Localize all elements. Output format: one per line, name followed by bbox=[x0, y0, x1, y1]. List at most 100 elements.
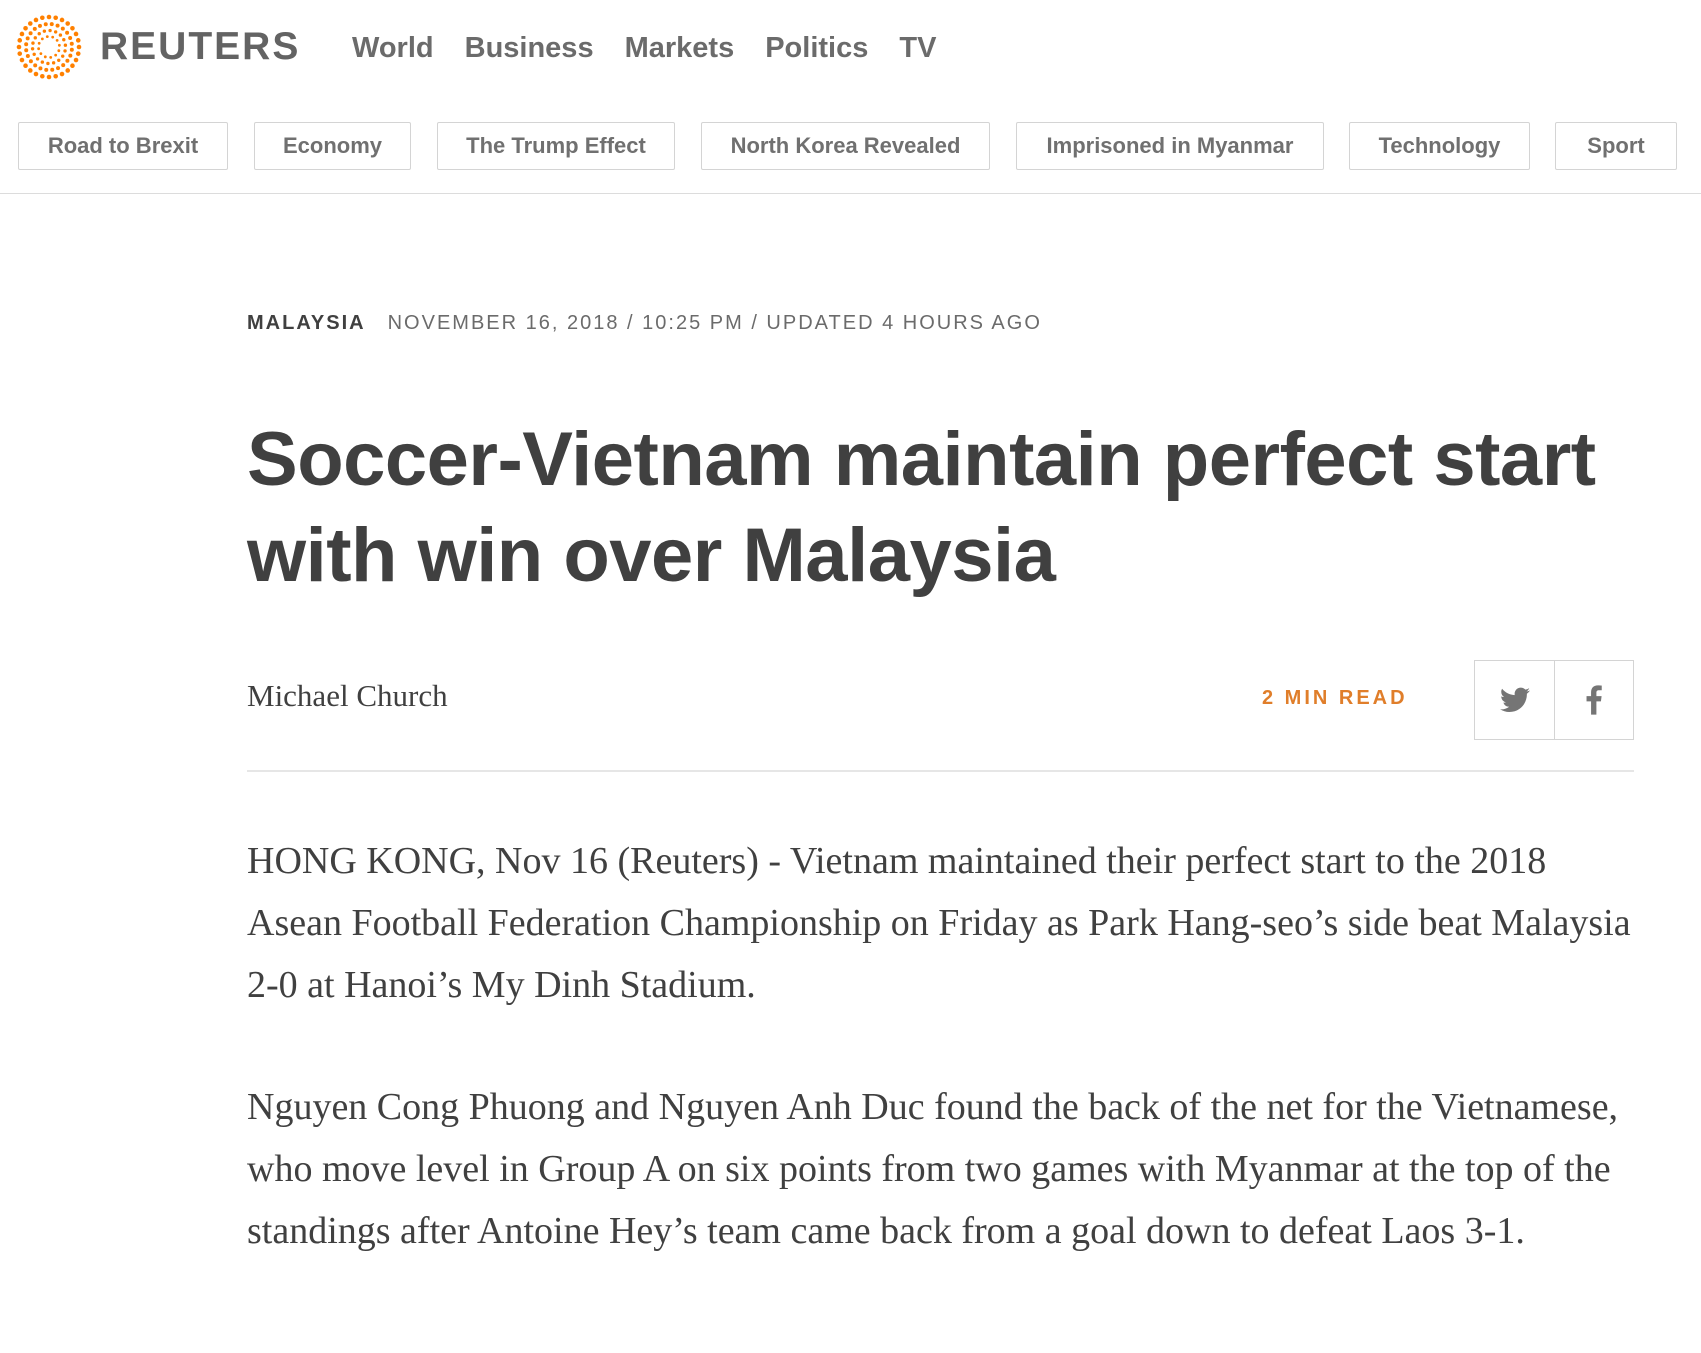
twitter-icon bbox=[1499, 687, 1530, 713]
facebook-icon bbox=[1586, 685, 1602, 715]
nav-item-politics[interactable]: Politics bbox=[765, 28, 868, 68]
topic-north-korea-revealed[interactable]: North Korea Revealed bbox=[701, 122, 990, 170]
logo-dot bbox=[33, 63, 38, 68]
logo-dot bbox=[30, 47, 35, 51]
logo-dot bbox=[69, 41, 74, 46]
author-byline[interactable]: Michael Church bbox=[247, 678, 448, 714]
logo-dot bbox=[28, 21, 33, 26]
article-paragraph: HONG KONG, Nov 16 (Reuters) - Vietnam ma… bbox=[247, 840, 1631, 1006]
logo-dot bbox=[63, 49, 67, 53]
topic-economy[interactable]: Economy bbox=[254, 122, 411, 170]
nav-item-world[interactable]: World bbox=[352, 28, 434, 68]
main-nav: World Business Markets Politics TV bbox=[352, 28, 936, 68]
logo-dot bbox=[61, 54, 65, 58]
logo-dot bbox=[28, 59, 33, 64]
logo-dot bbox=[53, 73, 58, 79]
logo-dot bbox=[63, 43, 68, 47]
nav-item-tv[interactable]: TV bbox=[899, 28, 936, 68]
logo-dot bbox=[19, 57, 25, 63]
article-meta: MALAYSIA NOVEMBER 16, 2018 / 10:25 PM / … bbox=[247, 312, 1042, 335]
logo-dot bbox=[73, 57, 79, 63]
logo-dot bbox=[32, 26, 37, 31]
logo-dot bbox=[39, 52, 43, 56]
nav-item-markets[interactable]: Markets bbox=[625, 28, 735, 68]
logo-dot bbox=[28, 68, 33, 73]
share-facebook-button[interactable] bbox=[1554, 661, 1633, 739]
logo-dot bbox=[40, 60, 45, 64]
logo-dot bbox=[59, 17, 65, 23]
logo-dot bbox=[73, 31, 79, 37]
logo-dot bbox=[25, 54, 30, 59]
logo-dot bbox=[70, 63, 75, 68]
logo-dot bbox=[76, 44, 82, 50]
topic-road-to-brexit[interactable]: Road to Brexit bbox=[18, 122, 228, 170]
topic-imprisoned-in-myanmar[interactable]: Imprisoned in Myanmar bbox=[1016, 122, 1324, 170]
logo-dot bbox=[33, 17, 39, 23]
logo-dot bbox=[37, 41, 41, 45]
logo-dot bbox=[46, 61, 50, 66]
logo-dot bbox=[23, 63, 28, 68]
topic-bar: Road to Brexit Economy The Trump Effect … bbox=[0, 122, 1701, 194]
logo-dot bbox=[58, 33, 63, 37]
logo-dot bbox=[28, 31, 33, 36]
topic-the-trump-effect[interactable]: The Trump Effect bbox=[437, 122, 675, 170]
topic-sport[interactable]: Sport bbox=[1555, 122, 1677, 170]
share-twitter-button[interactable] bbox=[1475, 661, 1554, 739]
logo-dot bbox=[53, 15, 58, 21]
logo-dot bbox=[59, 71, 65, 77]
logo-dot bbox=[40, 73, 45, 79]
logo-dot bbox=[33, 71, 39, 77]
logo-dot bbox=[25, 36, 30, 41]
logo-dot bbox=[48, 28, 52, 33]
logo-dot bbox=[43, 22, 48, 27]
logo-dot bbox=[37, 47, 41, 51]
logo-dot bbox=[31, 41, 35, 45]
logo-dot bbox=[24, 48, 29, 53]
logo-dot bbox=[50, 67, 55, 72]
logo-dot bbox=[49, 22, 54, 27]
logo-dot bbox=[46, 14, 52, 20]
article-body: HONG KONG, Nov 16 (Reuters) - Vietnam ma… bbox=[247, 830, 1647, 1322]
share-buttons bbox=[1474, 660, 1634, 740]
logo-dot bbox=[65, 21, 70, 26]
topic-technology[interactable]: Technology bbox=[1349, 122, 1530, 170]
site-header: REUTERS World Business Markets Politics … bbox=[0, 0, 1701, 100]
logo-dot bbox=[55, 38, 59, 42]
logo-wordmark: REUTERS bbox=[100, 25, 301, 68]
logo-dot bbox=[37, 23, 42, 28]
logo-dot bbox=[17, 51, 23, 56]
logo-dot bbox=[57, 49, 61, 53]
article-dateline: NOVEMBER 16, 2018 / 10:25 PM / UPDATED 4… bbox=[387, 312, 1042, 334]
article-paragraph: Nguyen Cong Phuong and Nguyen Anh Duc fo… bbox=[247, 1086, 1619, 1252]
logo-dot bbox=[42, 29, 47, 33]
article-headline: Soccer-Vietnam maintain perfect start wi… bbox=[247, 417, 1596, 598]
logo-dot bbox=[24, 42, 29, 47]
logo-dot bbox=[38, 66, 43, 71]
reuters-logo[interactable]: REUTERS bbox=[16, 14, 300, 80]
logo-dot bbox=[75, 51, 81, 56]
section-label[interactable]: MALAYSIA bbox=[247, 312, 366, 335]
logo-dot bbox=[19, 31, 25, 37]
logo-dot bbox=[60, 26, 65, 31]
logo-dot bbox=[68, 35, 73, 40]
logo-dot bbox=[46, 74, 52, 80]
logo-dot bbox=[32, 52, 36, 56]
logo-dot bbox=[54, 53, 58, 57]
logo-dot bbox=[49, 55, 53, 59]
logo-dot bbox=[40, 37, 44, 41]
logo-dot bbox=[62, 38, 66, 42]
read-time: 2 MIN READ bbox=[1262, 687, 1408, 709]
logo-dot bbox=[16, 44, 22, 50]
logo-dot bbox=[68, 53, 73, 58]
byline-divider bbox=[247, 770, 1634, 772]
logo-dot bbox=[23, 26, 28, 31]
logo-dot bbox=[37, 31, 41, 36]
logo-dot bbox=[69, 47, 74, 52]
logo-dot bbox=[56, 66, 61, 71]
reuters-logo-icon bbox=[16, 14, 82, 80]
logo-dot bbox=[61, 63, 66, 68]
logo-dot bbox=[57, 58, 61, 63]
logo-dot bbox=[45, 35, 49, 39]
logo-dot bbox=[65, 58, 70, 63]
nav-item-business[interactable]: Business bbox=[465, 28, 594, 68]
